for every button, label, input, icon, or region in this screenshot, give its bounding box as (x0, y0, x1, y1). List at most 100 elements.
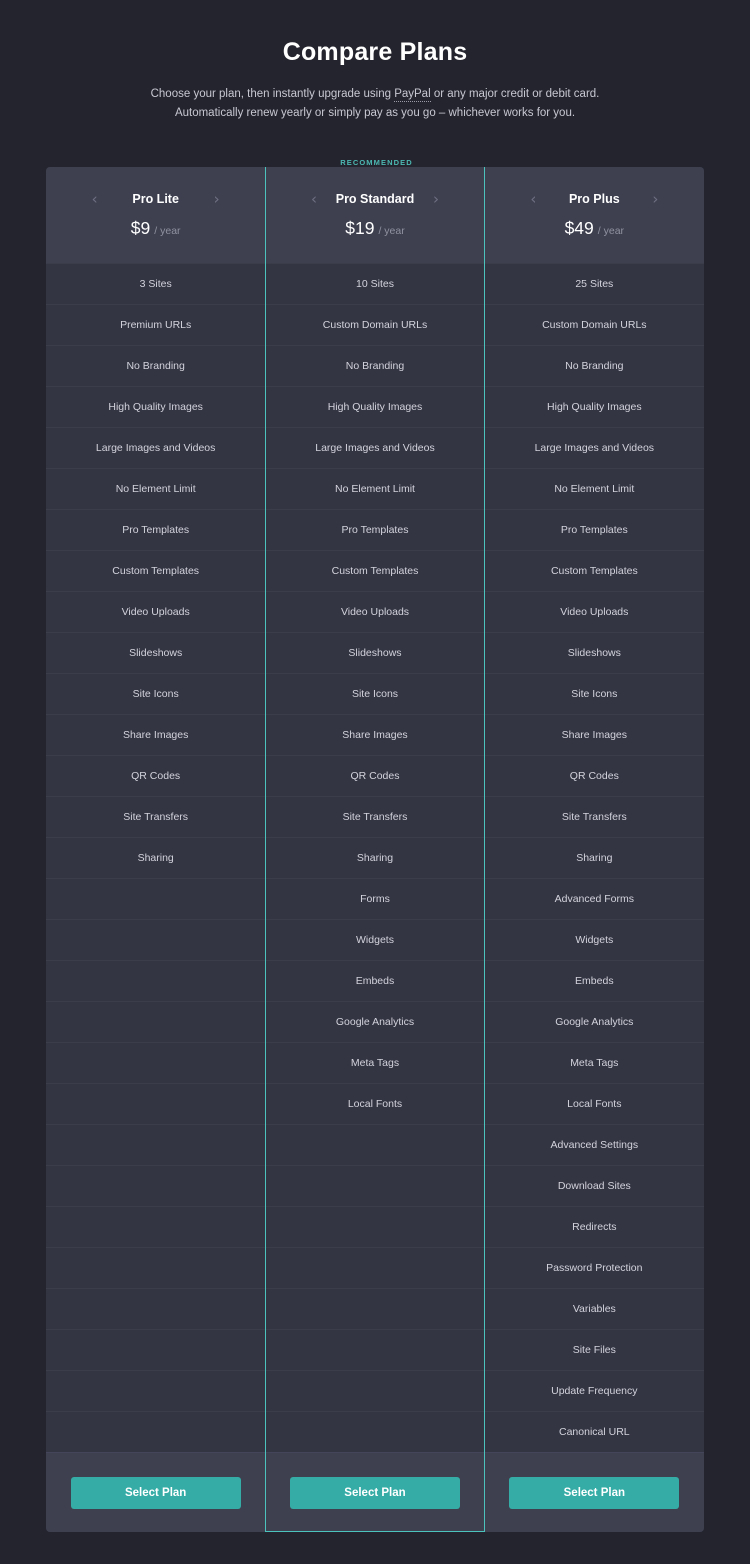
feature-cell: 3 Sites (46, 263, 266, 304)
chevron-left-icon[interactable]: ‹ (80, 191, 110, 207)
feature-cell: Site Transfers (265, 796, 485, 837)
feature-cell: Share Images (484, 714, 704, 755)
plan-header-2: ‹ Pro Standard › $19/ year (265, 167, 485, 263)
page-subtitle: Choose your plan, then instantly upgrade… (0, 85, 750, 123)
recommended-badge: RECOMMENDED (340, 158, 413, 167)
plan-price-amount: $9 (130, 217, 151, 238)
page-title: Compare Plans (282, 38, 468, 66)
feature-cell-empty (46, 1370, 266, 1411)
select-plan-button[interactable]: Select Plan (509, 1476, 680, 1509)
feature-cell-empty (46, 878, 266, 919)
feature-cell: Embeds (265, 960, 485, 1001)
feature-cell: High Quality Images (46, 386, 266, 427)
select-plan-button[interactable]: Select Plan (70, 1476, 241, 1509)
page-header: Compare Plans Choose your plan, then ins… (0, 0, 750, 123)
subtitle-line-1: Choose your plan, then instantly upgrade… (0, 85, 750, 104)
feature-cell: Video Uploads (46, 591, 266, 632)
plan-price-amount: $19 (345, 217, 375, 238)
feature-cell: QR Codes (484, 755, 704, 796)
feature-cell-empty (46, 1411, 266, 1452)
plans-comparison-table: ‹ Pro Lite › $9/ year ‹ Pro Standard › $19/ yea… (46, 167, 704, 1532)
feature-cell-empty (265, 1124, 485, 1165)
feature-cell: No Branding (484, 345, 704, 386)
feature-cell: Share Images (265, 714, 485, 755)
feature-cell: Sharing (46, 837, 266, 878)
feature-cell-empty (46, 1329, 266, 1370)
subtitle-line-2: Automatically renew yearly or simply pay… (174, 107, 576, 119)
feature-cell: Pro Templates (46, 509, 266, 550)
plan-name: Pro Lite (132, 192, 179, 206)
feature-cell-empty (46, 1247, 266, 1288)
subtitle-text-after: or any major credit or debit card. (430, 88, 600, 100)
plan-price-amount: $49 (564, 217, 594, 238)
plan-price-row: $9/ year (131, 218, 181, 239)
plan-name: Pro Plus (568, 192, 620, 206)
feature-cell: Widgets (484, 919, 704, 960)
plan-price-period: / year (378, 224, 405, 237)
feature-cell: Site Transfers (46, 796, 266, 837)
feature-cell: Meta Tags (484, 1042, 704, 1083)
feature-cell: Premium URLs (46, 304, 266, 345)
feature-cell-empty (265, 1329, 485, 1370)
feature-cell: Site Files (484, 1329, 704, 1370)
feature-cell-empty (265, 1165, 485, 1206)
feature-cell: Custom Templates (46, 550, 266, 591)
feature-cell: Password Protection (484, 1247, 704, 1288)
feature-cell: 25 Sites (484, 263, 704, 304)
feature-cell: Custom Domain URLs (265, 304, 485, 345)
chevron-right-icon[interactable]: › (421, 191, 451, 207)
feature-cell: Embeds (484, 960, 704, 1001)
feature-cell-empty (46, 1083, 266, 1124)
feature-cell: Widgets (265, 919, 485, 960)
feature-cell: Forms (265, 878, 485, 919)
feature-cell: Site Icons (484, 673, 704, 714)
feature-cell: Large Images and Videos (484, 427, 704, 468)
feature-cell: Slideshows (484, 632, 704, 673)
feature-cell: Sharing (265, 837, 485, 878)
chevron-left-icon[interactable]: ‹ (299, 191, 329, 207)
plan-price-period: / year (597, 224, 625, 237)
feature-cell: Update Frequency (484, 1370, 704, 1411)
compare-plans-page: Compare Plans Choose your plan, then ins… (0, 0, 750, 1564)
feature-cell: No Element Limit (265, 468, 485, 509)
feature-cell: High Quality Images (265, 386, 485, 427)
chevron-right-icon[interactable]: › (202, 191, 232, 207)
feature-cell-empty (46, 1288, 266, 1329)
feature-cell: Canonical URL (484, 1411, 704, 1452)
chevron-right-icon[interactable]: › (640, 191, 670, 207)
feature-cell: Slideshows (46, 632, 266, 673)
feature-cell: No Branding (46, 345, 266, 386)
feature-cell: QR Codes (46, 755, 266, 796)
feature-cell: Large Images and Videos (46, 427, 266, 468)
feature-cell-empty (46, 1206, 266, 1247)
feature-cell: Video Uploads (484, 591, 704, 632)
feature-cell: Pro Templates (484, 509, 704, 550)
feature-cell: Advanced Forms (484, 878, 704, 919)
feature-cell: Site Icons (265, 673, 485, 714)
plan-price-row: $49/ year (565, 218, 624, 239)
feature-cell: Custom Domain URLs (484, 304, 704, 345)
feature-cell-empty (46, 1042, 266, 1083)
feature-cell: Advanced Settings (484, 1124, 704, 1165)
select-plan-button[interactable]: Select Plan (289, 1476, 460, 1509)
feature-cell-empty (265, 1247, 485, 1288)
feature-cell: Pro Templates (265, 509, 485, 550)
chevron-left-icon[interactable]: ‹ (518, 191, 548, 207)
feature-cell-empty (46, 1124, 266, 1165)
paypal-link[interactable]: PayPal (394, 88, 431, 102)
feature-cell: Variables (484, 1288, 704, 1329)
feature-cell-empty (46, 1165, 266, 1206)
subtitle-text-before: Choose your plan, then instantly upgrade… (150, 88, 395, 100)
feature-cell: Share Images (46, 714, 266, 755)
feature-cell: Site Transfers (484, 796, 704, 837)
feature-cell: Sharing (484, 837, 704, 878)
feature-cell: Redirects (484, 1206, 704, 1247)
feature-cell-empty (265, 1411, 485, 1452)
feature-cell: Google Analytics (484, 1001, 704, 1042)
feature-cell: Slideshows (265, 632, 485, 673)
feature-cell-empty (46, 919, 266, 960)
plan-title-row: ‹ Pro Plus › (485, 191, 704, 207)
feature-cell: Local Fonts (265, 1083, 485, 1124)
feature-cell: No Element Limit (46, 468, 266, 509)
plan-price-period: / year (154, 224, 181, 237)
